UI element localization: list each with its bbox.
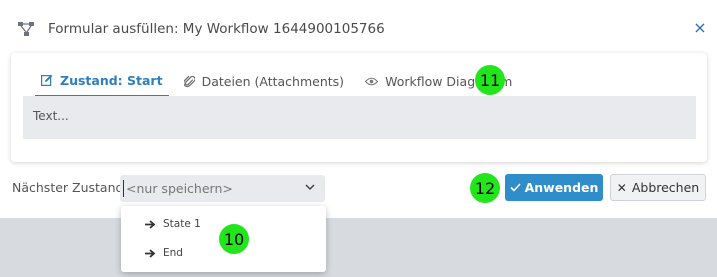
arrow-right-icon [145,248,156,258]
chevron-down-icon [305,184,315,191]
apply-label: Anwenden [524,180,599,195]
tab-bar: Zustand: Start Dateien (Attachments) Wor… [35,65,527,97]
cancel-label: Abbrechen [631,180,700,195]
arrow-right-icon [145,219,156,229]
annotation-badge: 10 [219,224,249,254]
edit-icon [41,74,53,86]
tab-label: Zustand: Start [60,72,163,88]
next-state-select[interactable]: <nur speichern> [120,175,325,202]
dialog-header: Formular ausfüllen: My Workflow 16449001… [0,0,717,58]
eye-icon [365,77,379,85]
form-dialog: Formular ausfüllen: My Workflow 16449001… [0,0,717,218]
check-icon [510,183,521,192]
option-label: State 1 [163,218,201,230]
text-cursor [123,180,124,197]
modal-backdrop [0,218,717,277]
select-value: <nur speichern> [126,181,233,196]
annotation-badge: 12 [470,173,500,203]
text-input[interactable]: Text... [23,96,696,139]
tab-label: Dateien (Attachments) [201,73,345,89]
form-panel: Zustand: Start Dateien (Attachments) Wor… [11,53,707,162]
dropdown-option-state-1[interactable]: State 1 [145,218,201,230]
paperclip-icon [183,75,195,87]
workflow-icon [18,22,34,36]
next-state-label: Nächster Zustand: [12,180,128,195]
close-icon[interactable]: × [692,19,708,37]
next-state-dropdown: State 1 End 10 [121,206,326,272]
dropdown-option-end[interactable]: End [145,247,183,259]
tab-state-start[interactable]: Zustand: Start [35,65,169,97]
option-label: End [163,247,183,259]
apply-button[interactable]: Anwenden [505,174,603,201]
annotation-badge: 11 [475,65,505,95]
tab-attachments[interactable]: Dateien (Attachments) [178,65,350,97]
close-icon: ✕ [616,180,627,195]
cancel-button[interactable]: ✕ Abbrechen [610,174,706,201]
dialog-title: Formular ausfüllen: My Workflow 16449001… [48,21,385,37]
